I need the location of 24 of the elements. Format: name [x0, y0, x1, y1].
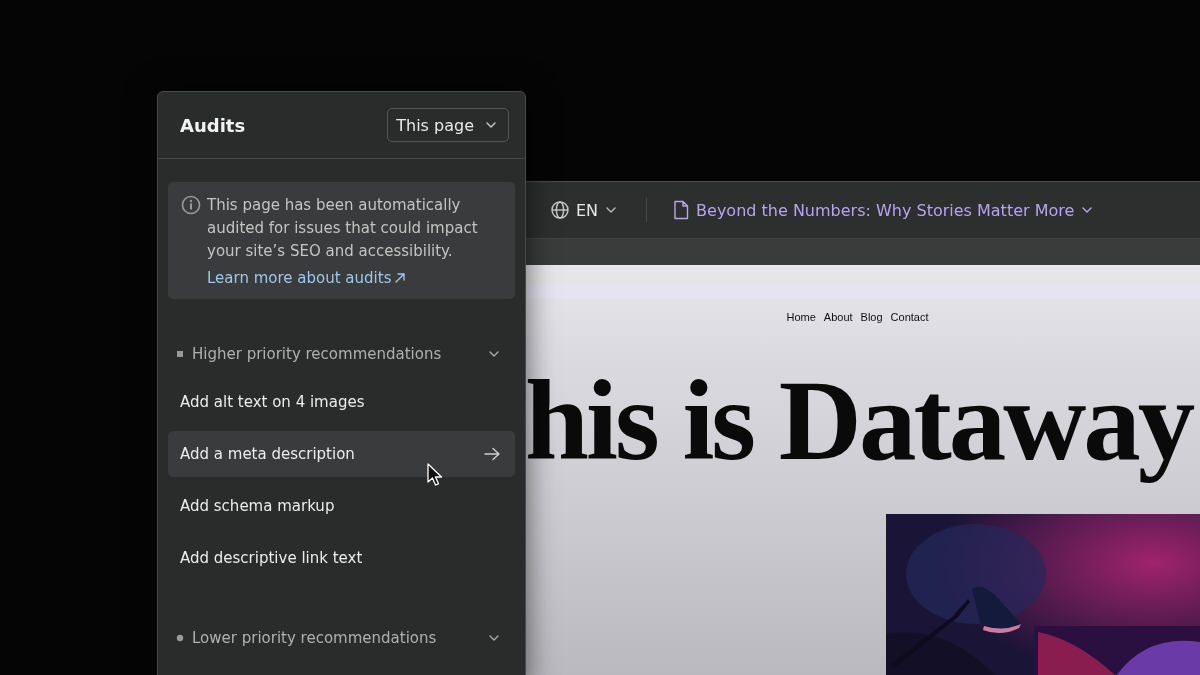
- square-bullet-icon: [176, 350, 184, 358]
- arrow-right-icon: [483, 447, 501, 461]
- recommendation-item[interactable]: Add descriptive link text: [168, 535, 515, 581]
- recommendation-item[interactable]: Add schema markup: [168, 483, 515, 529]
- section-header[interactable]: Higher priority recommendations: [168, 345, 515, 363]
- locale-dropdown[interactable]: EN: [550, 200, 619, 220]
- nav-link[interactable]: Contact: [890, 311, 929, 341]
- section-header[interactable]: Lower priority recommendations: [168, 629, 515, 647]
- globe-icon: [550, 200, 570, 220]
- nav-link[interactable]: About: [823, 311, 853, 341]
- nav-link[interactable]: Blog: [860, 311, 883, 341]
- nav-link[interactable]: Home: [786, 311, 816, 341]
- dot-bullet-icon: [176, 634, 184, 642]
- headline: his is Dataway: [525, 356, 1193, 486]
- notice-text: This page has been automatically audited for issues that could impact your site’s SEO and accessibility.: [207, 195, 479, 262]
- page-dropdown[interactable]: Beyond the Numbers: Why Stories Matter More: [672, 200, 1095, 220]
- external-link-icon: [393, 271, 408, 285]
- learn-more-link[interactable]: Learn more about audits: [207, 269, 408, 287]
- cursor-icon: [426, 463, 444, 487]
- info-icon: [181, 195, 201, 215]
- panel-title: Audits: [180, 114, 246, 136]
- scope-select[interactable]: This page: [387, 108, 509, 142]
- recommendation-item[interactable]: Add alt text on 4 images: [168, 379, 515, 425]
- document-icon: [672, 200, 691, 220]
